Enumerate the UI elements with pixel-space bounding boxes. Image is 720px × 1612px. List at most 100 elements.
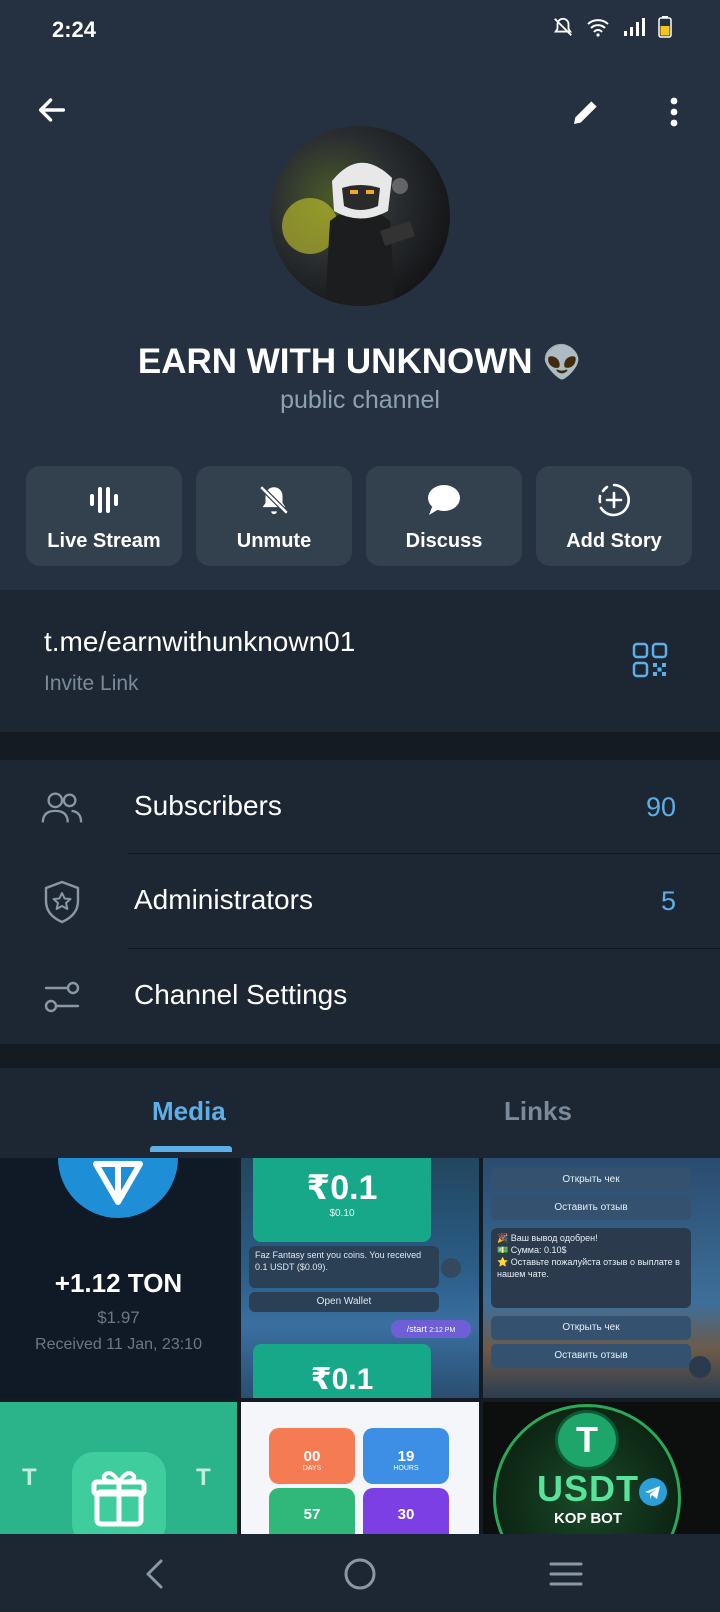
nav-home-button[interactable] [338, 1552, 382, 1596]
channel-avatar[interactable] [270, 126, 450, 306]
system-nav-bar [0, 1534, 720, 1612]
usdt-subtitle: KOP BOT [553, 1510, 623, 1527]
media-thumbnail[interactable]: T T [0, 1402, 237, 1534]
open-check-button: Открыть чек [491, 1168, 691, 1192]
media-thumbnail[interactable]: 00 DAYS 19 HOURS 57 30 [241, 1402, 479, 1534]
subscribers-row[interactable]: Subscribers 90 [0, 760, 720, 854]
shield-star-icon [44, 880, 80, 924]
status-bar: 2:24 [0, 0, 720, 60]
channel-name: EARN WITH UNKNOWN [137, 342, 533, 381]
media-thumbnail[interactable]: +1.12 TON $1.97 Received 11 Jan, 23:10 [0, 1158, 237, 1398]
ton-amount: +1.12 TON [54, 1268, 183, 1298]
arrow-left-icon [38, 98, 66, 122]
payout-sum: 💵 Сумма: 0.10$ [497, 1245, 567, 1255]
administrators-count: 5 [660, 886, 676, 916]
coin-message-text: Faz Fantasy sent you coins. You received… [255, 1250, 422, 1272]
ton-received: Received 11 Jan, 23:10 [35, 1336, 202, 1353]
qr-code-icon [632, 642, 668, 678]
unmute-label: Unmute [236, 530, 312, 552]
invite-link-section[interactable]: t.me/earnwithunknown01 Invite Link [0, 590, 720, 732]
ton-logo [58, 1158, 178, 1218]
signal-icon [624, 18, 645, 36]
people-icon [41, 792, 83, 823]
avatar-image [282, 162, 415, 306]
payout-leave-review: ⭐ Оставьте пожалуйста отзыв о выплате в … [497, 1257, 680, 1279]
add-story-label: Add Story [566, 530, 662, 552]
coin-amount: ₹0.1 [306, 1169, 378, 1207]
leave-review-button: Оставить отзыв [491, 1196, 691, 1220]
section-divider [0, 1044, 720, 1068]
edit-button[interactable] [564, 90, 608, 134]
channel-type: public channel [280, 386, 440, 414]
more-button[interactable] [652, 90, 696, 134]
add-story-icon [598, 483, 630, 517]
tether-symbol: T [22, 1464, 37, 1491]
nav-back-icon [146, 1559, 163, 1589]
media-thumbnail[interactable]: ₹0.1 $0.10 Faz Fantasy sent you coins. Y… [241, 1158, 479, 1398]
tab-media[interactable]: Media [152, 1096, 226, 1127]
timer-hours: 19 HOURS [363, 1428, 449, 1484]
unmute-button[interactable]: Unmute [196, 466, 352, 566]
payout-message: 🎉 Ваш вывод одобрен! 💵 Сумма: 0.10$ ⭐ Ос… [491, 1228, 691, 1308]
tether-symbol: T [196, 1464, 211, 1491]
add-story-button[interactable]: Add Story [536, 466, 692, 566]
timer-seconds-value: 30 [397, 1506, 415, 1523]
live-stream-button[interactable]: Live Stream [26, 466, 182, 566]
discuss-button[interactable]: Discuss [366, 466, 522, 566]
timer-seconds: 30 [363, 1488, 449, 1534]
discuss-label: Discuss [405, 530, 483, 552]
timer-hours-value: 19 [397, 1448, 415, 1465]
channel-info-list: Subscribers 90 Administrators 5 Channel … [0, 760, 720, 1044]
active-tab-indicator [150, 1146, 232, 1152]
channel-settings-row[interactable]: Channel Settings [0, 949, 720, 1043]
nav-recents-button[interactable] [544, 1552, 588, 1596]
nav-home-icon [344, 1558, 376, 1590]
start-command: /start [406, 1324, 427, 1334]
open-check-button: Открыть чек [491, 1316, 691, 1340]
payout-approved: 🎉 Ваш вывод одобрен! [497, 1233, 598, 1243]
media-thumbnail[interactable]: T USDT KOP BOT [483, 1402, 720, 1534]
sliders-icon [44, 981, 80, 1013]
bell-muted-icon [553, 17, 573, 36]
coin-card: ₹0.1 $0.10 [253, 1158, 431, 1242]
tab-links[interactable]: Links [504, 1096, 572, 1127]
coin-card: ₹0.1 [253, 1344, 431, 1398]
share-icon [441, 1258, 461, 1278]
invite-link-label: Invite Link [44, 672, 139, 695]
scroll-down-icon [689, 1356, 711, 1378]
gift-icon [91, 1471, 147, 1527]
media-grid: +1.12 TON $1.97 Received 11 Jan, 23:10 ₹… [0, 1158, 720, 1534]
invite-link[interactable]: t.me/earnwithunknown01 [44, 626, 355, 658]
subscribers-label: Subscribers [134, 790, 282, 821]
timer-hours-label: HOURS [393, 1465, 419, 1472]
media-thumbnail[interactable]: Открыть чек Оставить отзыв 🎉 Ваш вывод о… [483, 1158, 720, 1398]
tether-logo: T [555, 1410, 619, 1470]
battery-icon [658, 16, 672, 38]
start-bubble: /start 2:12 PM [391, 1320, 471, 1338]
status-icons [552, 16, 672, 38]
nav-menu-icon [549, 1562, 583, 1586]
administrators-label: Administrators [134, 884, 313, 915]
open-wallet-button: Open Wallet [249, 1292, 439, 1312]
timer-days-value: 00 [303, 1448, 321, 1465]
telegram-icon [639, 1478, 667, 1506]
nav-back-button[interactable] [132, 1552, 176, 1596]
leave-review-button: Оставить отзыв [491, 1344, 691, 1368]
section-divider [0, 732, 720, 760]
shared-media-tabs: Media Links [0, 1068, 720, 1158]
subscribers-count: 90 [645, 792, 676, 822]
bell-off-icon [259, 485, 289, 515]
administrators-row[interactable]: Administrators 5 [0, 854, 720, 948]
alien-emoji: 👽 [542, 344, 583, 380]
coin-usd: $0.10 [329, 1208, 355, 1219]
qr-code-button[interactable] [630, 640, 670, 680]
ton-usd: $1.97 [97, 1308, 140, 1327]
ton-diamond-icon [93, 1161, 143, 1205]
timer-minutes: 57 [269, 1488, 355, 1534]
status-time: 2:24 [52, 17, 97, 42]
wifi-icon [587, 19, 609, 37]
pencil-icon [574, 101, 597, 124]
more-vertical-icon [670, 97, 678, 127]
back-button[interactable] [30, 88, 74, 132]
timer-days-label: DAYS [302, 1465, 322, 1472]
